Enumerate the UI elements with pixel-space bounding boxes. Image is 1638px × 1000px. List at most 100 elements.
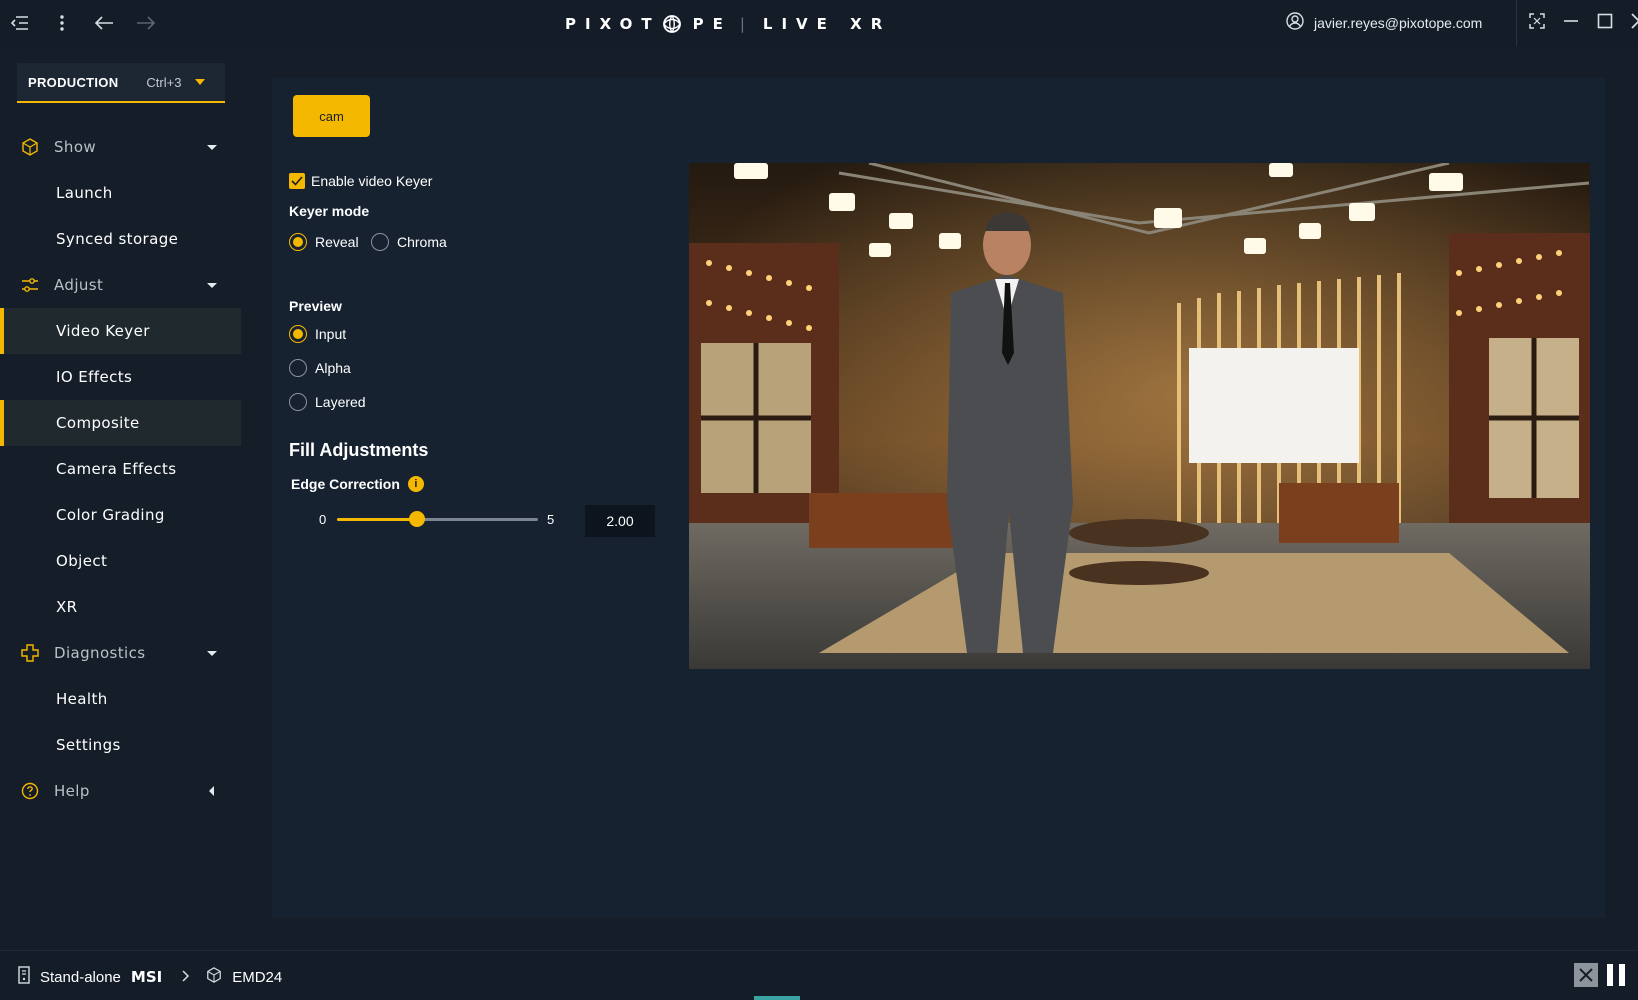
sidebar-item-diagnostics[interactable]: Diagnostics bbox=[0, 630, 241, 676]
brand-product: LIVE XR bbox=[762, 15, 892, 33]
sidebar-item-composite[interactable]: Composite bbox=[0, 400, 241, 446]
user-icon bbox=[1286, 12, 1304, 33]
brand-text-left: PIXOT bbox=[565, 15, 661, 33]
production-selector[interactable]: PRODUCTION Ctrl+3 bbox=[17, 63, 225, 103]
radio-label: Layered bbox=[315, 394, 366, 410]
forward-arrow-icon[interactable] bbox=[136, 13, 156, 33]
sidebar-item-label: Launch bbox=[56, 184, 113, 202]
sidebar-item-label: Show bbox=[54, 138, 97, 156]
keyer-mode-reveal-radio[interactable]: Reveal bbox=[289, 233, 359, 251]
stop-icon[interactable] bbox=[1574, 963, 1598, 987]
sidebar-item-adjust[interactable]: Adjust bbox=[0, 262, 241, 308]
sidebar-item-video-keyer[interactable]: Video Keyer bbox=[0, 308, 241, 354]
radio-selected-icon[interactable] bbox=[289, 233, 307, 251]
sidebar: PRODUCTION Ctrl+3 Show Launch Synced sto… bbox=[0, 46, 241, 950]
title-bar-divider bbox=[1516, 0, 1517, 46]
engine-name[interactable]: EMD24 bbox=[232, 969, 282, 986]
sidebar-item-settings[interactable]: Settings bbox=[0, 722, 241, 768]
sliders-icon bbox=[20, 275, 40, 295]
machine-name[interactable]: MSI bbox=[131, 968, 162, 986]
edge-correction-slider[interactable] bbox=[337, 511, 538, 527]
brand-divider: | bbox=[739, 15, 745, 33]
sidebar-item-label: Object bbox=[56, 552, 108, 570]
more-vertical-icon[interactable] bbox=[52, 13, 72, 33]
sidebar-item-help[interactable]: Help bbox=[0, 768, 241, 814]
sidebar-item-label: XR bbox=[56, 598, 78, 616]
preview-input-radio[interactable]: Input bbox=[289, 325, 346, 343]
minimize-icon[interactable] bbox=[1560, 10, 1582, 32]
status-accent-bar bbox=[754, 996, 800, 1000]
machine-icon bbox=[18, 966, 30, 988]
sidebar-item-label: IO Effects bbox=[56, 368, 133, 386]
pause-icon[interactable] bbox=[1604, 963, 1628, 987]
production-shortcut: Ctrl+3 bbox=[146, 74, 182, 90]
radio-selected-icon[interactable] bbox=[289, 325, 307, 343]
maximize-icon[interactable] bbox=[1594, 10, 1616, 32]
status-controls bbox=[1574, 963, 1628, 987]
user-account[interactable]: javier.reyes@pixotope.com bbox=[1286, 12, 1482, 33]
sidebar-item-show[interactable]: Show bbox=[0, 124, 241, 170]
chevron-down-icon bbox=[207, 144, 217, 150]
engine-icon bbox=[206, 967, 222, 987]
sidebar-item-label: Settings bbox=[56, 736, 121, 754]
sidebar-item-label: Color Grading bbox=[56, 506, 165, 524]
radio-label: Alpha bbox=[315, 360, 351, 376]
chevron-left-icon bbox=[209, 786, 214, 796]
radio-label: Chroma bbox=[397, 234, 447, 250]
radio-label: Input bbox=[315, 326, 347, 342]
keyer-mode-label: Keyer mode bbox=[289, 203, 370, 219]
collapse-sidebar-icon[interactable] bbox=[10, 13, 30, 33]
question-circle-icon bbox=[20, 781, 40, 801]
sidebar-item-synced-storage[interactable]: Synced storage bbox=[0, 216, 241, 262]
fullscreen-icon[interactable] bbox=[1526, 10, 1548, 32]
slider-fill bbox=[337, 518, 418, 521]
radio-unselected-icon[interactable] bbox=[371, 233, 389, 251]
brand-text-right: PE bbox=[692, 15, 732, 33]
title-bar: PIXOT PE | LIVE XR javier.reyes@pixotope… bbox=[0, 0, 1638, 46]
sidebar-item-label: Adjust bbox=[54, 276, 104, 294]
plus-icon bbox=[20, 643, 40, 663]
cam-button[interactable]: cam bbox=[293, 95, 370, 137]
preview-layered-radio[interactable]: Layered bbox=[289, 393, 366, 411]
sidebar-item-color-grading[interactable]: Color Grading bbox=[0, 492, 241, 538]
keyer-mode-chroma-radio[interactable]: Chroma bbox=[371, 233, 447, 251]
fill-adjustments-title: Fill Adjustments bbox=[289, 440, 429, 460]
user-email: javier.reyes@pixotope.com bbox=[1314, 14, 1483, 31]
production-label: PRODUCTION bbox=[28, 74, 119, 90]
preview-alpha-radio[interactable]: Alpha bbox=[289, 359, 351, 377]
sidebar-item-launch[interactable]: Launch bbox=[0, 170, 241, 216]
sidebar-item-health[interactable]: Health bbox=[0, 676, 241, 722]
sidebar-item-label: Help bbox=[54, 782, 90, 800]
preview-label: Preview bbox=[289, 298, 342, 314]
sidebar-item-label: Composite bbox=[56, 414, 140, 432]
radio-unselected-icon[interactable] bbox=[289, 393, 307, 411]
radio-unselected-icon[interactable] bbox=[289, 359, 307, 377]
sidebar-item-xr[interactable]: XR bbox=[0, 584, 241, 630]
chevron-right-icon bbox=[182, 969, 190, 986]
app-brand: PIXOT PE | LIVE XR bbox=[565, 13, 891, 35]
video-preview bbox=[689, 163, 1590, 669]
slider-min-label: 0 bbox=[319, 512, 327, 527]
sidebar-item-object[interactable]: Object bbox=[0, 538, 241, 584]
sidebar-item-label: Health bbox=[56, 690, 108, 708]
close-icon[interactable] bbox=[1628, 10, 1638, 32]
sidebar-item-label: Diagnostics bbox=[54, 644, 146, 662]
radio-label: Reveal bbox=[315, 234, 359, 250]
info-icon[interactable]: i bbox=[407, 476, 424, 492]
window-controls bbox=[1526, 10, 1638, 32]
slider-thumb[interactable] bbox=[409, 511, 426, 527]
sidebar-item-io-effects[interactable]: IO Effects bbox=[0, 354, 241, 400]
chevron-down-icon bbox=[207, 282, 217, 288]
edge-correction-label: Edge Correction bbox=[291, 476, 400, 492]
sidebar-item-label: Synced storage bbox=[56, 230, 179, 248]
back-arrow-icon[interactable] bbox=[94, 13, 114, 33]
edge-correction-header: Edge Correction i bbox=[291, 476, 424, 492]
chevron-down-icon bbox=[207, 650, 217, 656]
checkbox-checked-icon[interactable] bbox=[289, 173, 305, 189]
sidebar-item-camera-effects[interactable]: Camera Effects bbox=[0, 446, 241, 492]
edge-correction-value-input[interactable]: 2.00 bbox=[585, 505, 655, 537]
machine-mode: Stand-alone bbox=[40, 968, 121, 986]
title-bar-left-controls bbox=[0, 13, 156, 33]
enable-video-keyer-checkbox[interactable]: Enable video Keyer bbox=[289, 173, 432, 189]
sidebar-item-label: Camera Effects bbox=[56, 460, 177, 478]
